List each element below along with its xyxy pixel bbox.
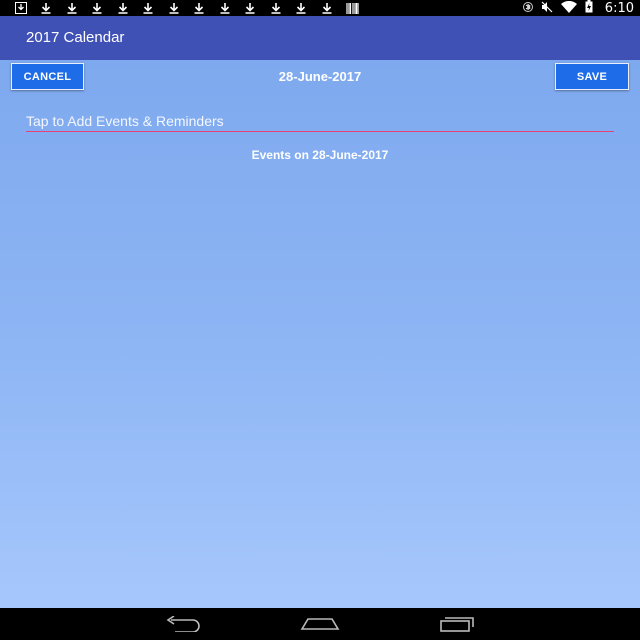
download-icon <box>187 0 213 16</box>
system-icons: 6:10 <box>522 0 634 16</box>
save-button[interactable]: SAVE <box>555 63 629 90</box>
recents-icon <box>440 617 474 632</box>
download-icon <box>212 0 238 16</box>
download-icon <box>289 0 315 16</box>
events-list-label: Events on 28-June-2017 <box>251 148 389 162</box>
download-icon <box>136 0 162 16</box>
volume-muted-icon <box>541 1 553 16</box>
app-title: 2017 Calendar <box>26 29 125 46</box>
download-icon <box>263 0 289 16</box>
wifi-icon <box>560 0 577 16</box>
download-box-icon <box>8 0 34 16</box>
event-editor: CANCEL 28-June-2017 SAVE Events on 28-Ju… <box>0 60 640 608</box>
download-icon <box>161 0 187 16</box>
download-icon <box>238 0 264 16</box>
download-icon <box>110 0 136 16</box>
notification-icons <box>8 0 365 16</box>
navigation-bar <box>0 608 640 640</box>
download-icon <box>34 0 60 16</box>
barcode-icon <box>340 0 366 16</box>
back-icon <box>166 616 200 632</box>
back-button[interactable] <box>163 614 203 634</box>
bluetooth-icon <box>522 1 533 16</box>
recents-button[interactable] <box>436 614 478 634</box>
download-icon <box>59 0 85 16</box>
cancel-button[interactable]: CANCEL <box>11 63 84 90</box>
download-icon <box>85 0 111 16</box>
status-bar: 6:10 <box>0 0 640 16</box>
status-time: 6:10 <box>604 0 634 16</box>
download-icon <box>314 0 340 16</box>
home-button[interactable] <box>299 614 341 634</box>
home-icon <box>300 618 340 630</box>
selected-date: 28-June-2017 <box>278 69 362 84</box>
app-bar: 2017 Calendar <box>0 16 640 60</box>
battery-charging-icon <box>585 0 593 16</box>
event-input[interactable] <box>26 111 614 132</box>
